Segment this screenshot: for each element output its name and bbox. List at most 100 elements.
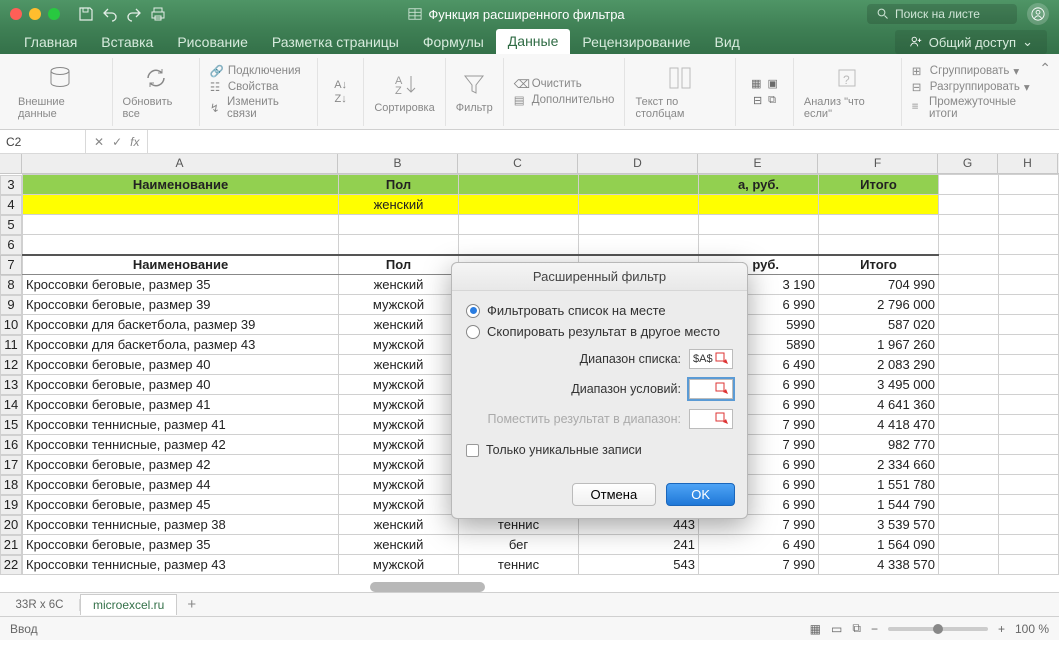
tab-insert[interactable]: Вставка	[89, 30, 165, 54]
ribbon-text-to-columns[interactable]: Текст по столбцам	[625, 58, 736, 126]
sheet-tab-active[interactable]: microexcel.ru	[80, 594, 177, 615]
col-header-e[interactable]: E	[698, 154, 818, 173]
ungroup-icon: ⊟	[912, 80, 926, 94]
range-selector-icon	[715, 412, 729, 426]
tab-review[interactable]: Рецензирование	[570, 30, 702, 54]
zoom-window[interactable]	[48, 8, 60, 20]
table-row[interactable]: 22Кроссовки теннисные, размер 43мужскойт…	[0, 555, 1059, 575]
status-bar: Ввод ▦ ▭ ⧉ − + 100 %	[0, 616, 1059, 640]
zoom-in-button[interactable]: +	[998, 622, 1005, 636]
tab-view[interactable]: Вид	[703, 30, 752, 54]
cancel-button[interactable]: Отмена	[572, 483, 657, 506]
properties-icon: ☷	[210, 80, 224, 94]
field-copy-to-range: Поместить результат в диапазон:	[466, 409, 733, 429]
input-copy-to-range	[689, 409, 733, 429]
user-menu[interactable]	[1027, 3, 1049, 25]
formula-bar: C2 ✕ ✓ fx	[0, 130, 1059, 154]
table-row[interactable]: 21Кроссовки беговые, размер 35женскийбег…	[0, 535, 1059, 555]
col-header-a[interactable]: A	[22, 154, 338, 173]
checkbox-unique-only[interactable]: Только уникальные записи	[466, 443, 733, 457]
zoom-percent[interactable]: 100 %	[1015, 622, 1049, 636]
ok-button[interactable]: OK	[666, 483, 735, 506]
search-input[interactable]: Поиск на листе	[867, 4, 1017, 24]
minimize-window[interactable]	[29, 8, 41, 20]
radio-filter-in-place[interactable]: Фильтровать список на месте	[466, 303, 733, 318]
clear-icon: ⌫	[514, 77, 528, 91]
ribbon-connections-group: 🔗Подключения ☷Свойства ↯Изменить связи	[200, 58, 318, 126]
ribbon-connections[interactable]: 🔗Подключения	[210, 63, 301, 79]
ribbon-editlinks[interactable]: ↯Изменить связи	[210, 95, 307, 121]
ribbon-external-data[interactable]: Внешние данные	[8, 58, 113, 126]
range-selector-icon[interactable]	[715, 382, 729, 396]
ribbon-data-tools[interactable]: ▦▣ ⊟⧉	[736, 58, 794, 126]
share-button[interactable]: Общий доступ ⌄	[895, 30, 1047, 54]
criteria-header-row: 3НаименованиеПола, руб.Итого	[0, 175, 1059, 195]
ribbon-subtotal-btn[interactable]: ≡Промежуточные итоги	[912, 95, 1041, 121]
horizontal-scrollbar[interactable]	[370, 582, 485, 592]
ribbon-tabs: Главная Вставка Рисование Разметка стран…	[0, 28, 1059, 54]
col-header-b[interactable]: B	[338, 154, 458, 173]
blank-row: 5	[0, 215, 1059, 235]
col-header-d[interactable]: D	[578, 154, 698, 173]
collapse-ribbon[interactable]: ⌃	[1039, 60, 1051, 77]
print-icon[interactable]	[150, 6, 166, 22]
undo-icon[interactable]	[102, 6, 118, 22]
redo-icon[interactable]	[126, 6, 142, 22]
tab-formulas[interactable]: Формулы	[411, 30, 496, 54]
view-page-layout-icon[interactable]: ▭	[831, 622, 842, 636]
ribbon-advanced[interactable]: ▤Дополнительно	[514, 92, 615, 108]
tab-home[interactable]: Главная	[12, 30, 89, 54]
excel-icon	[408, 7, 422, 21]
blank-row: 6	[0, 235, 1059, 255]
ribbon-sort[interactable]: AZ Сортировка	[364, 58, 445, 126]
person-plus-icon	[909, 35, 923, 49]
fx-icon[interactable]: fx	[130, 135, 139, 149]
criteria-value-row: 4женский	[0, 195, 1059, 215]
ribbon-whatif[interactable]: ? Анализ "что если"	[794, 58, 902, 126]
col-header-h[interactable]: H	[998, 154, 1058, 173]
close-window[interactable]	[10, 8, 22, 20]
radio-copy-to[interactable]: Скопировать результат в другое место	[466, 324, 733, 339]
name-box[interactable]: C2	[0, 130, 86, 153]
ribbon-refresh[interactable]: Обновить все	[113, 58, 200, 126]
ribbon-filter[interactable]: Фильтр	[446, 58, 504, 126]
ribbon-properties[interactable]: ☷Свойства	[210, 79, 279, 95]
range-selector-icon[interactable]	[715, 352, 729, 366]
col-header-c[interactable]: C	[458, 154, 578, 173]
funnel-icon	[460, 70, 488, 98]
spreadsheet-grid[interactable]: A B C D E F G H 3НаименованиеПола, руб.И…	[0, 154, 1059, 592]
tab-data[interactable]: Данные	[496, 29, 571, 54]
input-list-range[interactable]: $A$	[689, 349, 733, 369]
input-criteria-range[interactable]	[689, 379, 733, 399]
confirm-edit-icon[interactable]: ✓	[112, 135, 122, 149]
group-icon: ⊞	[912, 64, 926, 78]
select-all-corner[interactable]	[0, 154, 22, 173]
svg-text:Z: Z	[395, 85, 402, 97]
edit-links-icon: ↯	[210, 101, 223, 115]
zoom-out-button[interactable]: −	[871, 622, 878, 636]
col-header-f[interactable]: F	[818, 154, 938, 173]
tab-layout[interactable]: Разметка страницы	[260, 30, 411, 54]
refresh-icon	[142, 64, 170, 92]
whatif-icon: ?	[833, 64, 861, 92]
search-icon	[877, 8, 889, 20]
ribbon-clear[interactable]: ⌫Очистить	[514, 76, 582, 92]
zoom-slider[interactable]	[888, 627, 988, 631]
ribbon-sort-az[interactable]: A↓Z↓	[318, 58, 365, 126]
add-sheet-button[interactable]: +	[177, 596, 206, 613]
save-icon[interactable]	[78, 6, 94, 22]
col-header-g[interactable]: G	[938, 154, 998, 173]
field-list-range: Диапазон списка: $A$	[466, 349, 733, 369]
ribbon-group-btn[interactable]: ⊞Сгруппировать ▾	[912, 63, 1019, 79]
ribbon-ungroup-btn[interactable]: ⊟Разгруппировать ▾	[912, 79, 1030, 95]
view-page-break-icon[interactable]: ⧉	[852, 621, 861, 636]
cancel-edit-icon[interactable]: ✕	[94, 135, 104, 149]
quick-access-toolbar	[78, 6, 166, 22]
view-normal-icon[interactable]: ▦	[810, 622, 821, 636]
checkbox-icon	[466, 444, 479, 457]
dialog-title: Расширенный фильтр	[452, 263, 747, 291]
tab-draw[interactable]: Рисование	[165, 30, 260, 54]
ribbon-filter-extras: ⌫Очистить ▤Дополнительно	[504, 58, 626, 126]
database-icon	[46, 64, 74, 92]
radio-icon	[466, 325, 480, 339]
